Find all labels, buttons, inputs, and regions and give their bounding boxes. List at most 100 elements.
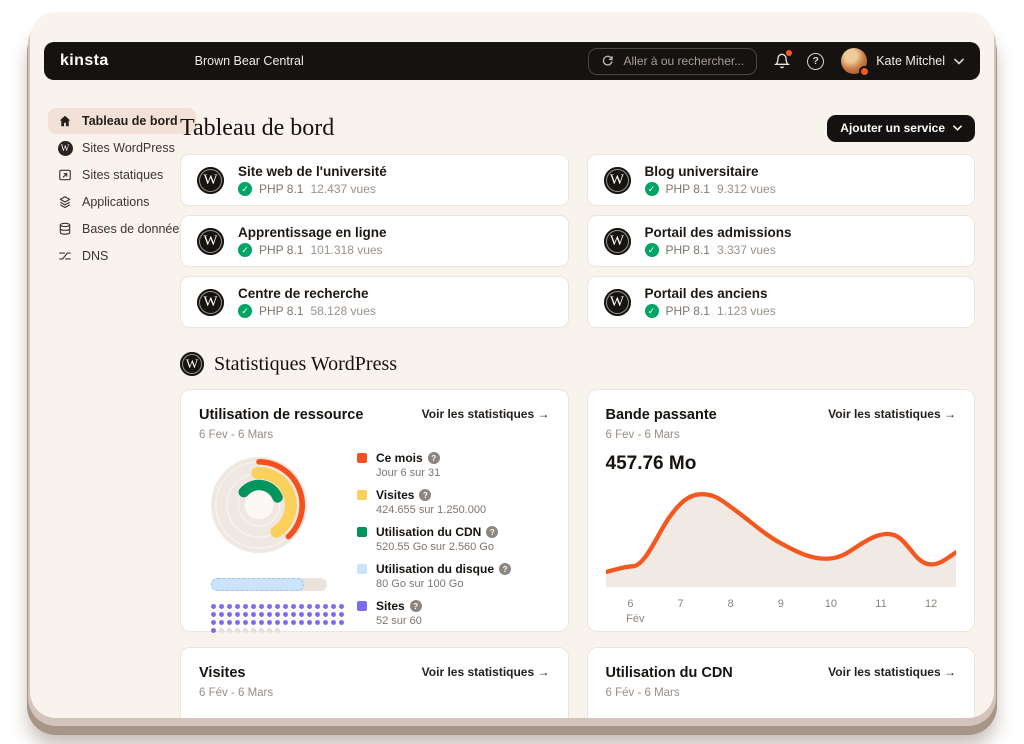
x-tick: 8 [728,598,734,610]
status-check-icon: ✓ [238,304,252,318]
user-name: Kate Mitchel [876,54,945,68]
site-dot [339,620,344,625]
bandwidth-total: 457.76 Mo [606,453,957,475]
status-check-icon: ✓ [645,243,659,257]
disk-usage-fill [211,578,304,591]
legend-label: Ce mois [376,451,423,465]
x-tick: 12 [925,598,937,610]
kinsta-logo[interactable]: kinsta [60,52,109,70]
avatar-badge [859,66,870,77]
site-dot [307,604,312,609]
view-stats-link[interactable]: Voir les statistiques → [422,665,550,679]
sidebar-item-static-sites[interactable]: Sites statiques [48,162,196,188]
site-name: Apprentissage en ligne [238,225,387,240]
help-icon[interactable]: ? [428,452,440,464]
site-dot [275,612,280,617]
legend-detail: 80 Go sur 100 Go [376,578,511,590]
x-tick: 7 [677,598,683,610]
avatar [841,48,867,74]
site-dot [315,620,320,625]
php-version: PHP 8.1 [259,243,303,257]
legend-label: Visites [376,488,414,502]
status-check-icon: ✓ [645,304,659,318]
sidebar-item-dashboard[interactable]: Tableau de bord [48,108,196,134]
card-date-range: 6 Fév - 6 Mars [199,687,273,699]
global-search-input[interactable]: Aller à ou rechercher... [588,48,757,75]
site-dot [259,620,264,625]
site-dot [251,612,256,617]
site-dot [251,620,256,625]
bandwidth-card: Bande passante 6 Fev - 6 Mars Voir les s… [587,389,976,632]
site-dot [283,612,288,617]
site-name: Portail des admissions [645,225,792,240]
site-card[interactable]: W Centre de recherche ✓ PHP 8.1 58.128 v… [180,276,569,328]
site-dot [323,620,328,625]
site-card[interactable]: W Apprentissage en ligne ✓ PHP 8.1 101.3… [180,215,569,267]
sidebar-item-databases[interactable]: Bases de données [48,216,196,242]
sidebar-item-applications[interactable]: Applications [48,189,196,215]
wordpress-icon: W [180,352,204,376]
site-dot [267,620,272,625]
static-site-icon [57,167,73,183]
card-title: Visites [199,665,273,681]
site-card[interactable]: W Portail des admissions ✓ PHP 8.1 3.337… [587,215,976,267]
site-views: 12.437 vues [310,182,375,196]
main-content: Tableau de bord Ajouter un service W Sit… [180,112,975,718]
notifications-button[interactable] [774,53,790,69]
user-menu[interactable]: Kate Mitchel [841,48,964,74]
wordpress-icon: W [197,228,224,255]
card-title: Utilisation du CDN [606,665,733,681]
site-dot [299,612,304,617]
legend-label: Utilisation du disque [376,562,494,576]
x-tick: 10 [825,598,837,610]
help-icon: ? [807,53,824,70]
sidebar-item-wordpress-sites[interactable]: W Sites WordPress [48,135,196,161]
site-dot [219,604,224,609]
site-dot [275,628,280,633]
legend-item: Ce mois? Jour 6 sur 31 [357,451,550,479]
add-service-button[interactable]: Ajouter un service [827,115,975,142]
site-card[interactable]: W Portail des anciens ✓ PHP 8.1 1.123 vu… [587,276,976,328]
site-name: Centre de recherche [238,286,376,301]
help-icon[interactable]: ? [486,526,498,538]
legend-color-swatch [357,490,367,500]
site-dot [267,628,272,633]
company-name[interactable]: Brown Bear Central [195,54,304,68]
resource-usage-card: Utilisation de ressource 6 Fev - 6 Mars … [180,389,569,632]
site-dot [219,612,224,617]
site-views: 3.337 vues [717,243,776,257]
resource-legend: Ce mois? Jour 6 sur 31 Visites? 424.655 … [357,449,550,633]
status-check-icon: ✓ [238,243,252,257]
legend-color-swatch [357,564,367,574]
site-dot [283,620,288,625]
site-card[interactable]: W Site web de l'université ✓ PHP 8.1 12.… [180,154,569,206]
legend-detail: 520.55 Go sur 2.560 Go [376,541,498,553]
x-tick: 6 [627,598,633,610]
view-stats-link[interactable]: Voir les statistiques → [828,407,956,421]
wordpress-icon: W [197,167,224,194]
view-stats-link[interactable]: Voir les statistiques → [828,665,956,679]
cdn-usage-card: Utilisation du CDN 6 Fév - 6 Mars Voir l… [587,647,976,718]
site-views: 1.123 vues [717,304,776,318]
help-icon[interactable]: ? [499,563,511,575]
resource-donut-chart [203,449,315,561]
legend-item: Utilisation du CDN? 520.55 Go sur 2.560 … [357,525,550,553]
chevron-down-icon [953,125,962,131]
site-card[interactable]: W Blog universitaire ✓ PHP 8.1 9.312 vue… [587,154,976,206]
site-dot [323,612,328,617]
bottom-cards-grid: Visites 6 Fév - 6 Mars Voir les statisti… [180,647,975,718]
site-dot [251,604,256,609]
top-navigation-bar: kinsta Brown Bear Central Aller à ou rec… [44,42,980,80]
status-check-icon: ✓ [238,182,252,196]
add-service-label: Ajouter un service [840,121,945,135]
help-button[interactable]: ? [807,53,824,70]
legend-item: Visites? 424.655 sur 1.250.000 [357,488,550,516]
help-icon[interactable]: ? [419,489,431,501]
card-title: Utilisation de ressource [199,407,363,423]
wordpress-icon: W [197,289,224,316]
sidebar-item-dns[interactable]: DNS [48,243,196,269]
help-icon[interactable]: ? [410,600,422,612]
legend-label: Utilisation du CDN [376,525,481,539]
site-dot [275,620,280,625]
view-stats-link[interactable]: Voir les statistiques → [422,407,550,421]
